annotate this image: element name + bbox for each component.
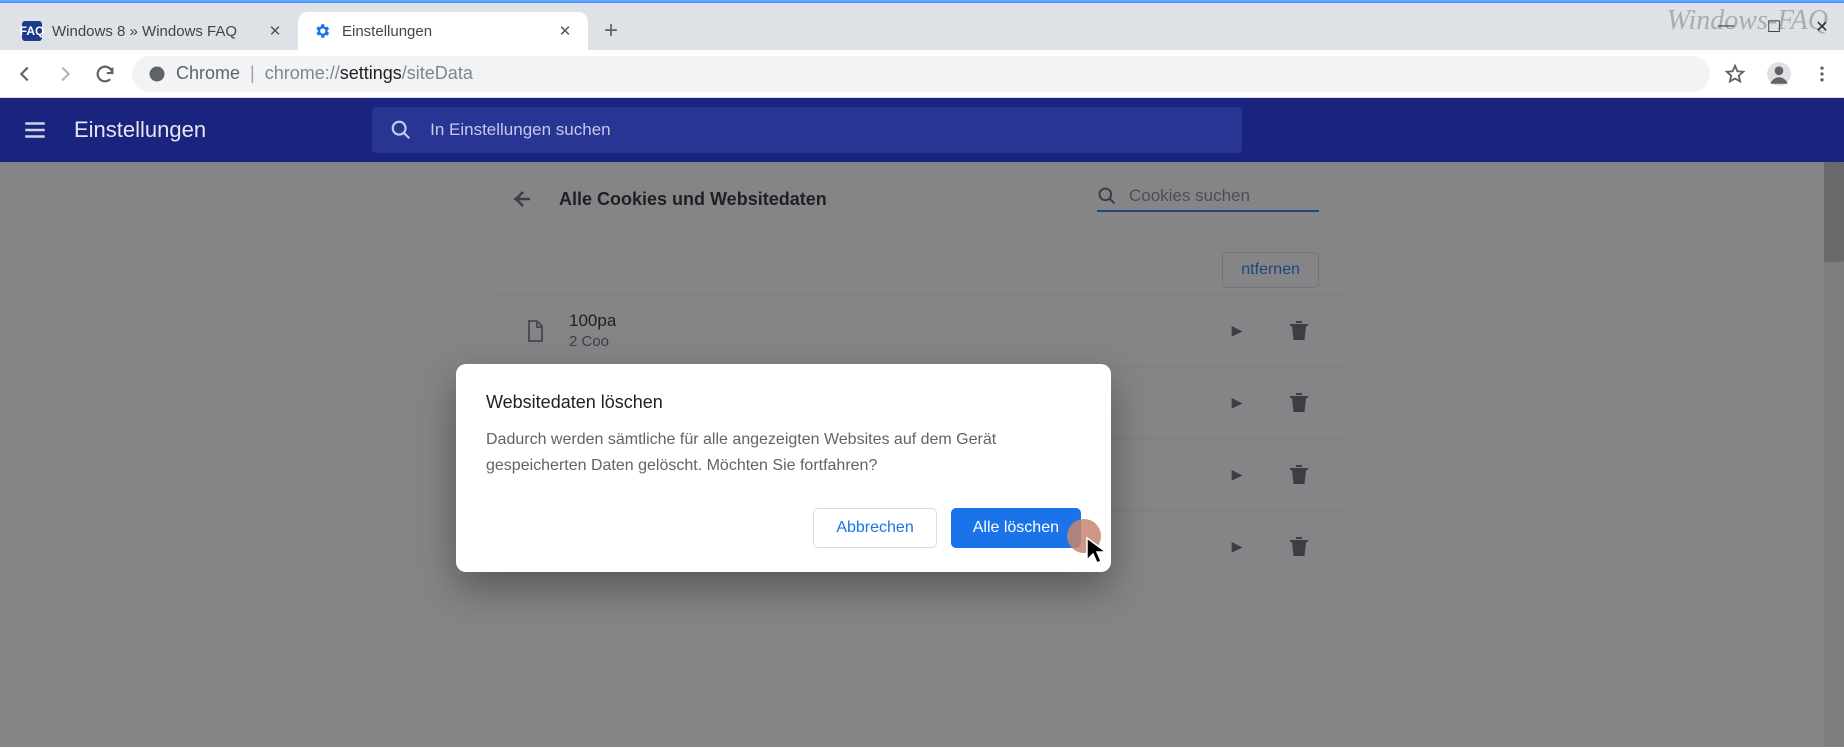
maximize-button[interactable]: ☐ [1764, 17, 1784, 37]
url-text: chrome://settings/siteData [265, 63, 473, 84]
confirm-dialog: Websitedaten löschen Dadurch werden sämt… [456, 364, 1111, 572]
reload-button[interactable] [92, 61, 118, 87]
browser-chrome: FAQ Windows 8 » Windows FAQ ✕ Einstellun… [0, 0, 1844, 98]
cursor-icon [1086, 537, 1108, 565]
forward-button[interactable] [52, 61, 78, 87]
tab-windows-faq[interactable]: FAQ Windows 8 » Windows FAQ ✕ [8, 12, 298, 50]
close-window-button[interactable]: ✕ [1812, 17, 1832, 37]
tab-strip: FAQ Windows 8 » Windows FAQ ✕ Einstellun… [0, 3, 1844, 50]
settings-header: Einstellungen In Einstellungen suchen [0, 98, 1844, 162]
tab-title: Einstellungen [342, 23, 546, 40]
profile-icon[interactable] [1766, 61, 1792, 87]
star-icon[interactable] [1724, 63, 1746, 85]
tab-close-icon[interactable]: ✕ [266, 22, 284, 40]
scheme-label: Chrome [176, 63, 240, 84]
search-icon [390, 119, 412, 141]
site-info-icon[interactable]: Chrome [148, 63, 240, 84]
search-placeholder: In Einstellungen suchen [430, 120, 611, 140]
confirm-button[interactable]: Alle löschen [951, 508, 1081, 548]
settings-search[interactable]: In Einstellungen suchen [372, 107, 1242, 153]
dialog-body: Dadurch werden sämtliche für alle angeze… [486, 427, 1081, 478]
favicon-gear-icon [312, 21, 332, 41]
hamburger-icon[interactable] [22, 117, 48, 143]
new-tab-button[interactable]: + [594, 14, 628, 48]
toolbar: Chrome | chrome://settings/siteData [0, 50, 1844, 98]
tab-close-icon[interactable]: ✕ [556, 22, 574, 40]
address-bar[interactable]: Chrome | chrome://settings/siteData [132, 56, 1710, 92]
window-controls: ― ☐ ✕ [1716, 17, 1832, 37]
omnibox-divider: | [250, 63, 255, 84]
tab-settings[interactable]: Einstellungen ✕ [298, 12, 588, 50]
cancel-button[interactable]: Abbrechen [813, 508, 936, 548]
tab-title: Windows 8 » Windows FAQ [52, 23, 256, 40]
favicon-faq: FAQ [22, 21, 42, 41]
settings-page: Einstellungen In Einstellungen suchen Al… [0, 98, 1844, 747]
minimize-button[interactable]: ― [1716, 17, 1736, 37]
menu-icon[interactable] [1812, 64, 1832, 84]
dialog-title: Websitedaten löschen [486, 392, 1081, 413]
back-button[interactable] [12, 61, 38, 87]
settings-title: Einstellungen [74, 117, 206, 143]
